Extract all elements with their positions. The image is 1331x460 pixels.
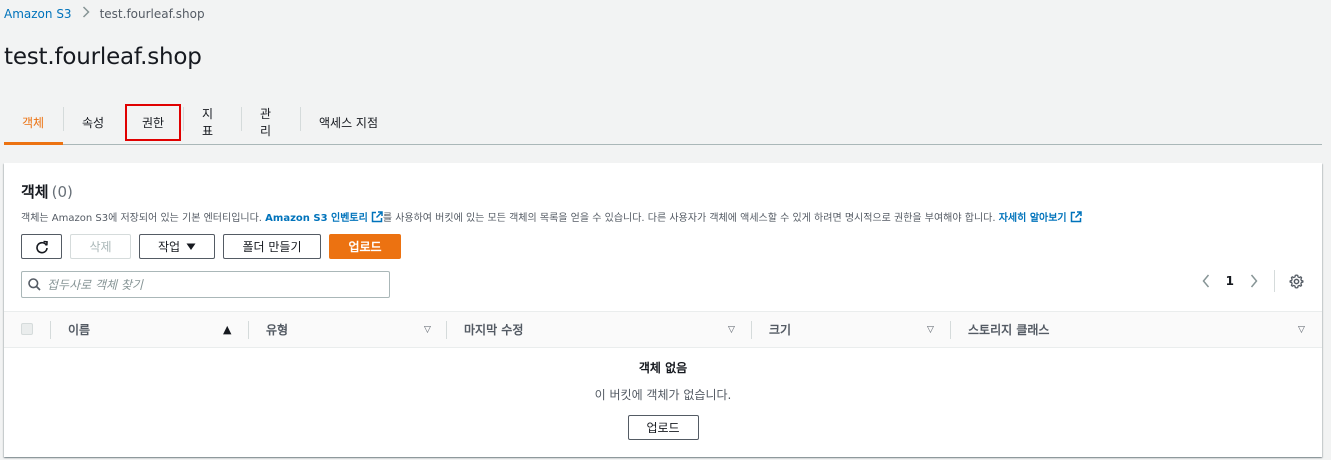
upload-button[interactable]: 업로드 — [329, 234, 401, 259]
tab-properties-label: 속성 — [82, 115, 105, 130]
breadcrumb: Amazon S3 test.fourleaf.shop — [4, 6, 205, 22]
breadcrumb-amazon-s3-link[interactable]: Amazon S3 — [4, 7, 72, 21]
gear-icon — [1288, 273, 1304, 289]
column-type-label: 유형 — [266, 323, 289, 337]
learn-more-link-label: 자세히 알아보기 — [998, 213, 1067, 224]
object-search-input[interactable] — [47, 277, 389, 292]
objects-table-header: 이름 ▲ 유형 ▽ 마지막 수정 ▽ 크기 ▽ 스토리지 클래스 ▽ — [4, 311, 1322, 348]
description-middle: 를 사용하여 버킷에 있는 모든 객체의 목록을 얻을 수 있습니다. 다른 사… — [382, 213, 996, 224]
table-preferences-button[interactable] — [1284, 269, 1308, 293]
chevron-left-icon — [1202, 274, 1209, 288]
external-link-icon — [1070, 210, 1082, 222]
column-last-modified-label: 마지막 수정 — [464, 323, 524, 337]
chevron-right-icon — [1250, 274, 1258, 288]
sort-desc-icon: ▽ — [927, 324, 934, 335]
sort-desc-icon: ▽ — [1298, 324, 1305, 335]
actions-dropdown-button[interactable]: 작업 — [139, 234, 215, 259]
sort-desc-icon: ▽ — [728, 324, 735, 335]
empty-state: 객체 없음 이 버킷에 객체가 없습니다. 업로드 — [4, 359, 1322, 440]
sort-asc-icon: ▲ — [223, 323, 232, 336]
empty-state-upload-button[interactable]: 업로드 — [627, 415, 699, 440]
column-storage-class-label: 스토리지 클래스 — [968, 323, 1050, 337]
description-prefix: 객체는 Amazon S3에 저장되어 있는 기본 엔터티입니다. — [21, 213, 262, 224]
page-title: test.fourleaf.shop — [4, 44, 202, 70]
column-header-name[interactable]: 이름 ▲ — [50, 312, 248, 347]
objects-toolbar: 삭제 작업 폴더 만들기 업로드 — [21, 234, 401, 259]
caret-down-icon — [186, 243, 196, 250]
column-header-last-modified[interactable]: 마지막 수정 ▽ — [446, 312, 751, 347]
column-name-label: 이름 — [68, 323, 91, 337]
empty-state-description: 이 버킷에 객체가 없습니다. — [594, 388, 732, 402]
tab-metrics[interactable]: 지표 — [184, 100, 241, 144]
refresh-icon — [35, 240, 48, 253]
next-page-button[interactable] — [1242, 269, 1266, 293]
objects-panel-title: 객체 — [21, 183, 49, 201]
objects-count: (0) — [51, 183, 73, 201]
refresh-button[interactable] — [21, 234, 62, 259]
search-icon — [28, 278, 41, 291]
objects-description: 객체는 Amazon S3에 저장되어 있는 기본 엔터티입니다. Amazon… — [21, 209, 1082, 224]
tab-management[interactable]: 관리 — [242, 100, 300, 144]
column-header-storage-class[interactable]: 스토리지 클래스 ▽ — [950, 312, 1320, 347]
current-page-number[interactable]: 1 — [1226, 274, 1234, 288]
tab-objects-label: 객체 — [22, 115, 45, 130]
tab-access-points-label: 액세스 지점 — [319, 115, 379, 130]
breadcrumb-current: test.fourleaf.shop — [99, 7, 205, 21]
actions-label: 작업 — [157, 240, 181, 254]
create-folder-button[interactable]: 폴더 만들기 — [223, 234, 321, 259]
empty-state-title: 객체 없음 — [638, 361, 688, 375]
tab-access-points[interactable]: 액세스 지점 — [301, 100, 396, 144]
tab-permissions[interactable]: 권한 — [123, 100, 183, 144]
pagination: 1 — [1194, 269, 1308, 293]
tab-metrics-label: 지표 — [202, 107, 214, 138]
tab-management-label: 관리 — [260, 107, 272, 138]
column-header-type[interactable]: 유형 ▽ — [248, 312, 446, 347]
external-link-icon — [371, 210, 383, 222]
pagination-divider — [1274, 270, 1275, 292]
tab-objects[interactable]: 객체 — [4, 100, 63, 145]
select-all-checkbox[interactable] — [21, 323, 33, 335]
object-search-field[interactable] — [21, 271, 390, 298]
chevron-right-icon — [82, 6, 90, 22]
tab-properties[interactable]: 속성 — [64, 100, 123, 144]
column-size-label: 크기 — [769, 323, 792, 337]
sort-desc-icon: ▽ — [424, 324, 431, 335]
tab-bar: 객체 속성 권한 지표 관리 액세스 지점 — [4, 100, 1322, 145]
objects-panel: 객체 (0) 객체는 Amazon S3에 저장되어 있는 기본 엔터티입니다. … — [4, 163, 1322, 457]
previous-page-button[interactable] — [1194, 269, 1218, 293]
inventory-link[interactable]: Amazon S3 인벤토리 — [265, 209, 383, 224]
tab-permissions-label: 권한 — [124, 103, 182, 141]
inventory-link-label: Amazon S3 인벤토리 — [265, 213, 368, 224]
objects-panel-header: 객체 (0) — [21, 181, 73, 202]
column-header-size[interactable]: 크기 ▽ — [751, 312, 950, 347]
learn-more-link[interactable]: 자세히 알아보기 — [999, 209, 1082, 224]
delete-button[interactable]: 삭제 — [70, 234, 131, 259]
